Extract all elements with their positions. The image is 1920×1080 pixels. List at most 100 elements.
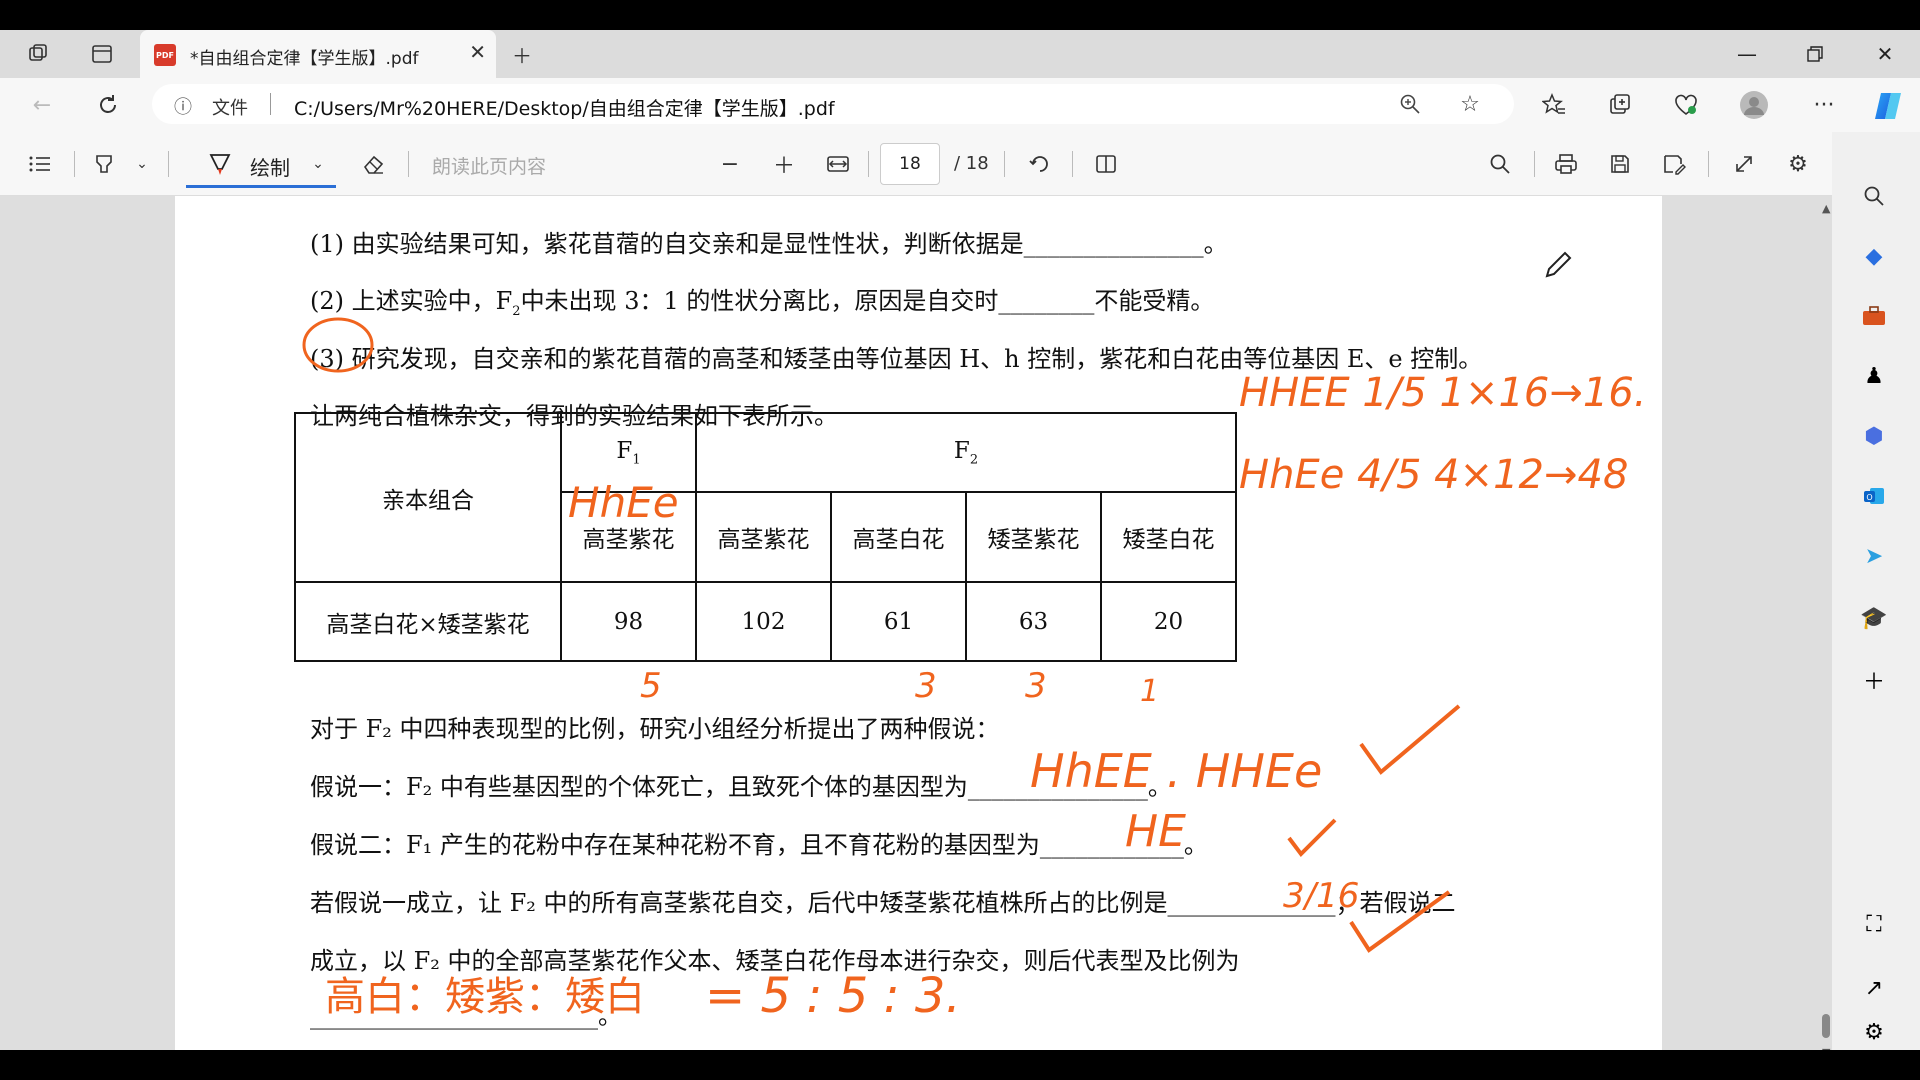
restore-icon[interactable] bbox=[1792, 36, 1838, 72]
browser-window: PDF *自由组合定律【学生版】.pdf ✕ ＋ — ✕ ← ⓘ 文件 C:/U… bbox=[0, 30, 1920, 1050]
pdf-viewer[interactable]: (1) 由实验结果可知，紫花苜蓿的自交亲和是显性性状，判断依据是________… bbox=[0, 196, 1832, 1050]
table-cell: 63 bbox=[965, 581, 1102, 662]
scroll-down-icon[interactable]: ▼ bbox=[1822, 1046, 1830, 1050]
table-cell: 61 bbox=[830, 581, 967, 662]
vertical-scrollbar[interactable]: ▲ ▼ bbox=[1822, 202, 1830, 1050]
zoom-icon[interactable] bbox=[1392, 86, 1428, 122]
divider bbox=[168, 151, 169, 177]
ink-hyp1-answer: HhEE . HHEe bbox=[1030, 744, 1323, 798]
favorites-icon[interactable] bbox=[1536, 87, 1572, 123]
f2-header-text: F bbox=[953, 437, 970, 464]
close-tab-icon[interactable]: ✕ bbox=[469, 40, 486, 64]
sidebar-tools-icon[interactable] bbox=[1854, 296, 1894, 336]
draw-pen-icon bbox=[202, 146, 238, 182]
q2-pre: (2) 上述实验中，F bbox=[310, 287, 513, 315]
collections-icon[interactable] bbox=[1602, 87, 1638, 123]
ink-count: 3 bbox=[1025, 666, 1047, 706]
minimize-icon[interactable]: — bbox=[1724, 36, 1770, 72]
sidebar-open-external-icon[interactable]: ↗ bbox=[1854, 968, 1894, 1008]
save-icon[interactable] bbox=[1602, 146, 1638, 182]
more-menu-icon[interactable]: ··· bbox=[1806, 87, 1842, 123]
eraser-icon[interactable] bbox=[356, 146, 392, 182]
url-text[interactable]: C:/Users/Mr%20HERE/Desktop/自由组合定律【学生版】.p… bbox=[294, 94, 835, 121]
highlight-icon[interactable] bbox=[86, 146, 122, 182]
ink-table-f1: HhEe bbox=[568, 478, 679, 527]
address-bar-row: ← ⓘ 文件 C:/Users/Mr%20HERE/Desktop/自由组合定律… bbox=[0, 78, 1920, 132]
close-window-icon[interactable]: ✕ bbox=[1862, 36, 1908, 72]
sidebar-games-icon[interactable]: ♟ bbox=[1854, 356, 1894, 396]
rotate-icon[interactable] bbox=[1022, 146, 1058, 182]
ink-count: 3 bbox=[915, 666, 937, 706]
read-aloud-button[interactable]: 朗读此页内容 bbox=[432, 152, 546, 179]
f2-header-sub: 2 bbox=[969, 452, 979, 468]
draw-button[interactable]: 绘制 ⌄ bbox=[186, 140, 338, 188]
fit-width-icon[interactable] bbox=[820, 146, 856, 182]
question-2: (2) 上述实验中，F2中未出现 3：1 的性状分离比，原因是自交时______… bbox=[310, 281, 1214, 319]
ink-count: 1 bbox=[1140, 674, 1160, 709]
zoom-out-icon[interactable]: − bbox=[712, 146, 748, 182]
divider bbox=[408, 151, 409, 177]
refresh-icon[interactable] bbox=[90, 87, 126, 123]
browser-essentials-icon[interactable] bbox=[1668, 87, 1704, 123]
divider bbox=[1004, 151, 1005, 177]
highlight-dropdown-icon[interactable]: ⌄ bbox=[124, 146, 160, 182]
edge-sidebar: ◆ ♟ ⬢ O ➤ 🎓 ＋ ⛶ ↗ ⚙ bbox=[1832, 132, 1920, 1050]
info-icon[interactable]: ⓘ bbox=[174, 93, 192, 119]
address-bar[interactable]: ⓘ 文件 C:/Users/Mr%20HERE/Desktop/自由组合定律【学… bbox=[152, 84, 1514, 124]
result-table: 亲本组合 F1 F2 高茎紫花 高茎紫花 高茎白花 矮茎紫花 矮茎白花 高茎白花… bbox=[294, 412, 1237, 662]
draw-dropdown-icon[interactable]: ⌄ bbox=[300, 146, 336, 182]
col-f2-short-white: 矮茎白花 bbox=[1100, 491, 1237, 583]
scroll-up-icon[interactable]: ▲ bbox=[1822, 202, 1830, 215]
sidebar-shopping-icon[interactable]: ◆ bbox=[1854, 236, 1894, 276]
search-icon[interactable] bbox=[1482, 146, 1518, 182]
question-3-line1: (3) 研究发现，自交亲和的紫花苜蓿的高茎和矮茎由等位基因 H、h 控制，紫花和… bbox=[310, 345, 1483, 373]
pdf-page: (1) 由实验结果可知，紫花苜蓿的自交亲和是显性性状，判断依据是________… bbox=[175, 196, 1662, 1050]
tab-title: *自由组合定律【学生版】.pdf bbox=[190, 49, 419, 69]
tab-pdf[interactable]: PDF *自由组合定律【学生版】.pdf ✕ bbox=[140, 30, 496, 78]
back-icon[interactable]: ← bbox=[24, 87, 60, 123]
sidebar-send-icon[interactable]: ➤ bbox=[1854, 536, 1894, 576]
workspaces-icon[interactable] bbox=[18, 36, 58, 72]
ink-checkmark bbox=[1349, 890, 1451, 953]
fullscreen-icon[interactable] bbox=[1726, 146, 1762, 182]
print-icon[interactable] bbox=[1548, 146, 1584, 182]
ink-checkmark bbox=[1287, 818, 1337, 858]
tab-actions-icon[interactable] bbox=[82, 36, 122, 72]
contents-list-icon[interactable] bbox=[22, 146, 58, 182]
pdf-settings-icon[interactable]: ⚙ bbox=[1780, 146, 1816, 182]
page-number-input[interactable]: 18 bbox=[880, 143, 940, 185]
scrollbar-thumb[interactable] bbox=[1822, 1014, 1830, 1038]
divider bbox=[868, 151, 869, 177]
copilot-icon[interactable] bbox=[1868, 86, 1908, 126]
ink-note-2: HhEe 4/5 4×12→48 bbox=[1239, 452, 1629, 498]
page-view-icon[interactable] bbox=[1088, 146, 1124, 182]
sidebar-settings-icon[interactable]: ⚙ bbox=[1854, 1012, 1894, 1050]
table-cell: 102 bbox=[695, 581, 832, 662]
q2-sub: 2 bbox=[512, 303, 521, 319]
ink-count: 5 bbox=[640, 666, 662, 706]
question-1: (1) 由实验结果可知，紫花苜蓿的自交亲和是显性性状，判断依据是________… bbox=[310, 230, 1228, 258]
edit-pencil-icon[interactable] bbox=[1541, 248, 1575, 282]
col-f2-tall-white: 高茎白花 bbox=[830, 491, 967, 583]
sidebar-add-icon[interactable]: ＋ bbox=[1854, 660, 1894, 700]
col-f2-tall-purple: 高茎紫花 bbox=[695, 491, 832, 583]
save-as-icon[interactable] bbox=[1656, 146, 1692, 182]
ink-hyp2-answer: HE bbox=[1125, 806, 1186, 857]
sidebar-screenshot-icon[interactable]: ⛶ bbox=[1854, 904, 1894, 944]
profile-avatar[interactable] bbox=[1736, 87, 1772, 123]
new-tab-icon[interactable]: ＋ bbox=[502, 36, 542, 72]
sidebar-search-icon[interactable] bbox=[1854, 176, 1894, 216]
ink-checkmark bbox=[1359, 704, 1461, 775]
ink-note-1: HHEE 1/5 1×16→16. bbox=[1239, 370, 1647, 416]
ink-answer-ratio: = 5 : 5 : 3. bbox=[705, 968, 961, 1024]
svg-text:O: O bbox=[1866, 493, 1872, 502]
divider bbox=[270, 93, 271, 115]
sidebar-m365-icon[interactable]: ⬢ bbox=[1854, 416, 1894, 456]
zoom-in-icon[interactable]: ＋ bbox=[766, 146, 802, 182]
sidebar-outlook-icon[interactable]: O bbox=[1854, 476, 1894, 516]
ink-circle-q3 bbox=[302, 317, 374, 373]
sidebar-scholar-icon[interactable]: 🎓 bbox=[1854, 598, 1894, 638]
favorite-star-icon[interactable]: ☆ bbox=[1452, 86, 1488, 122]
f1-header-text: F bbox=[616, 437, 633, 464]
col-f2-short-purple: 矮茎紫花 bbox=[965, 491, 1102, 583]
